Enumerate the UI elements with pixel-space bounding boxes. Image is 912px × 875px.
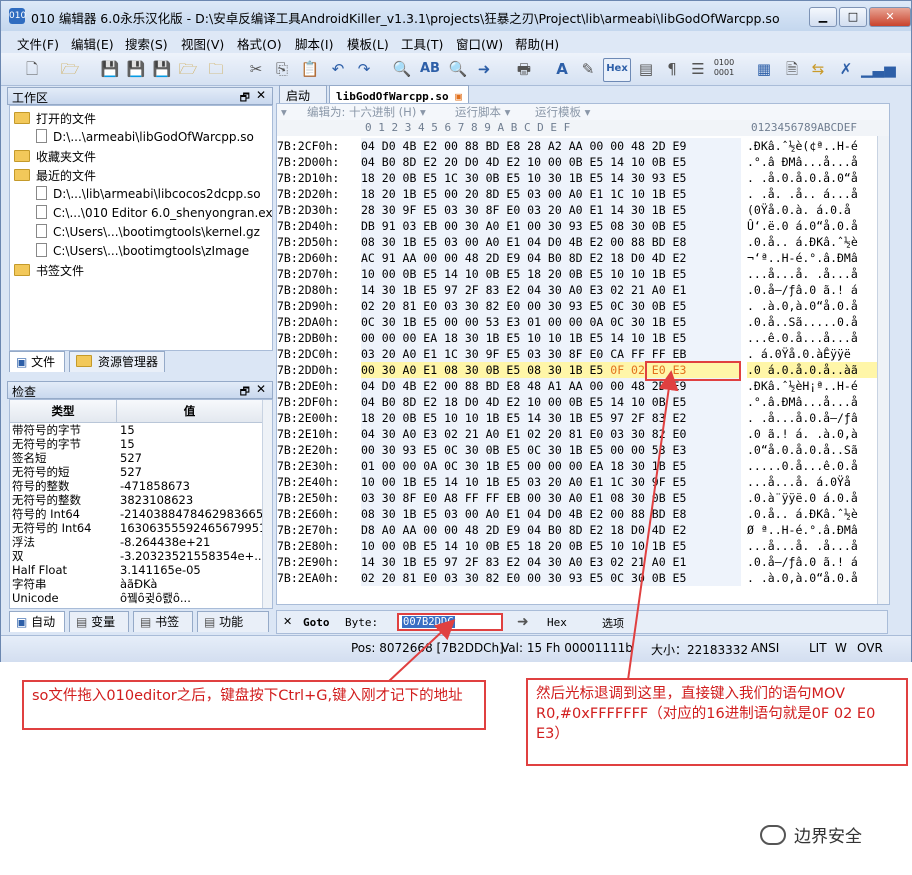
arrow-to-goto — [387, 619, 456, 683]
annotation-right: 然后光标退调到这里，直接键入我们的语句MOV R0,#0xFFFFFFF（对应的… — [526, 678, 908, 766]
watermark: 边界安全 — [760, 822, 862, 847]
annotation-left: so文件拖入010editor之后，键盘按下Ctrl+G,键入刚才记下的地址 — [22, 680, 486, 730]
arrow-to-bytes — [627, 370, 679, 681]
selected-bytes-highlight — [645, 361, 741, 381]
wechat-icon — [760, 825, 786, 845]
